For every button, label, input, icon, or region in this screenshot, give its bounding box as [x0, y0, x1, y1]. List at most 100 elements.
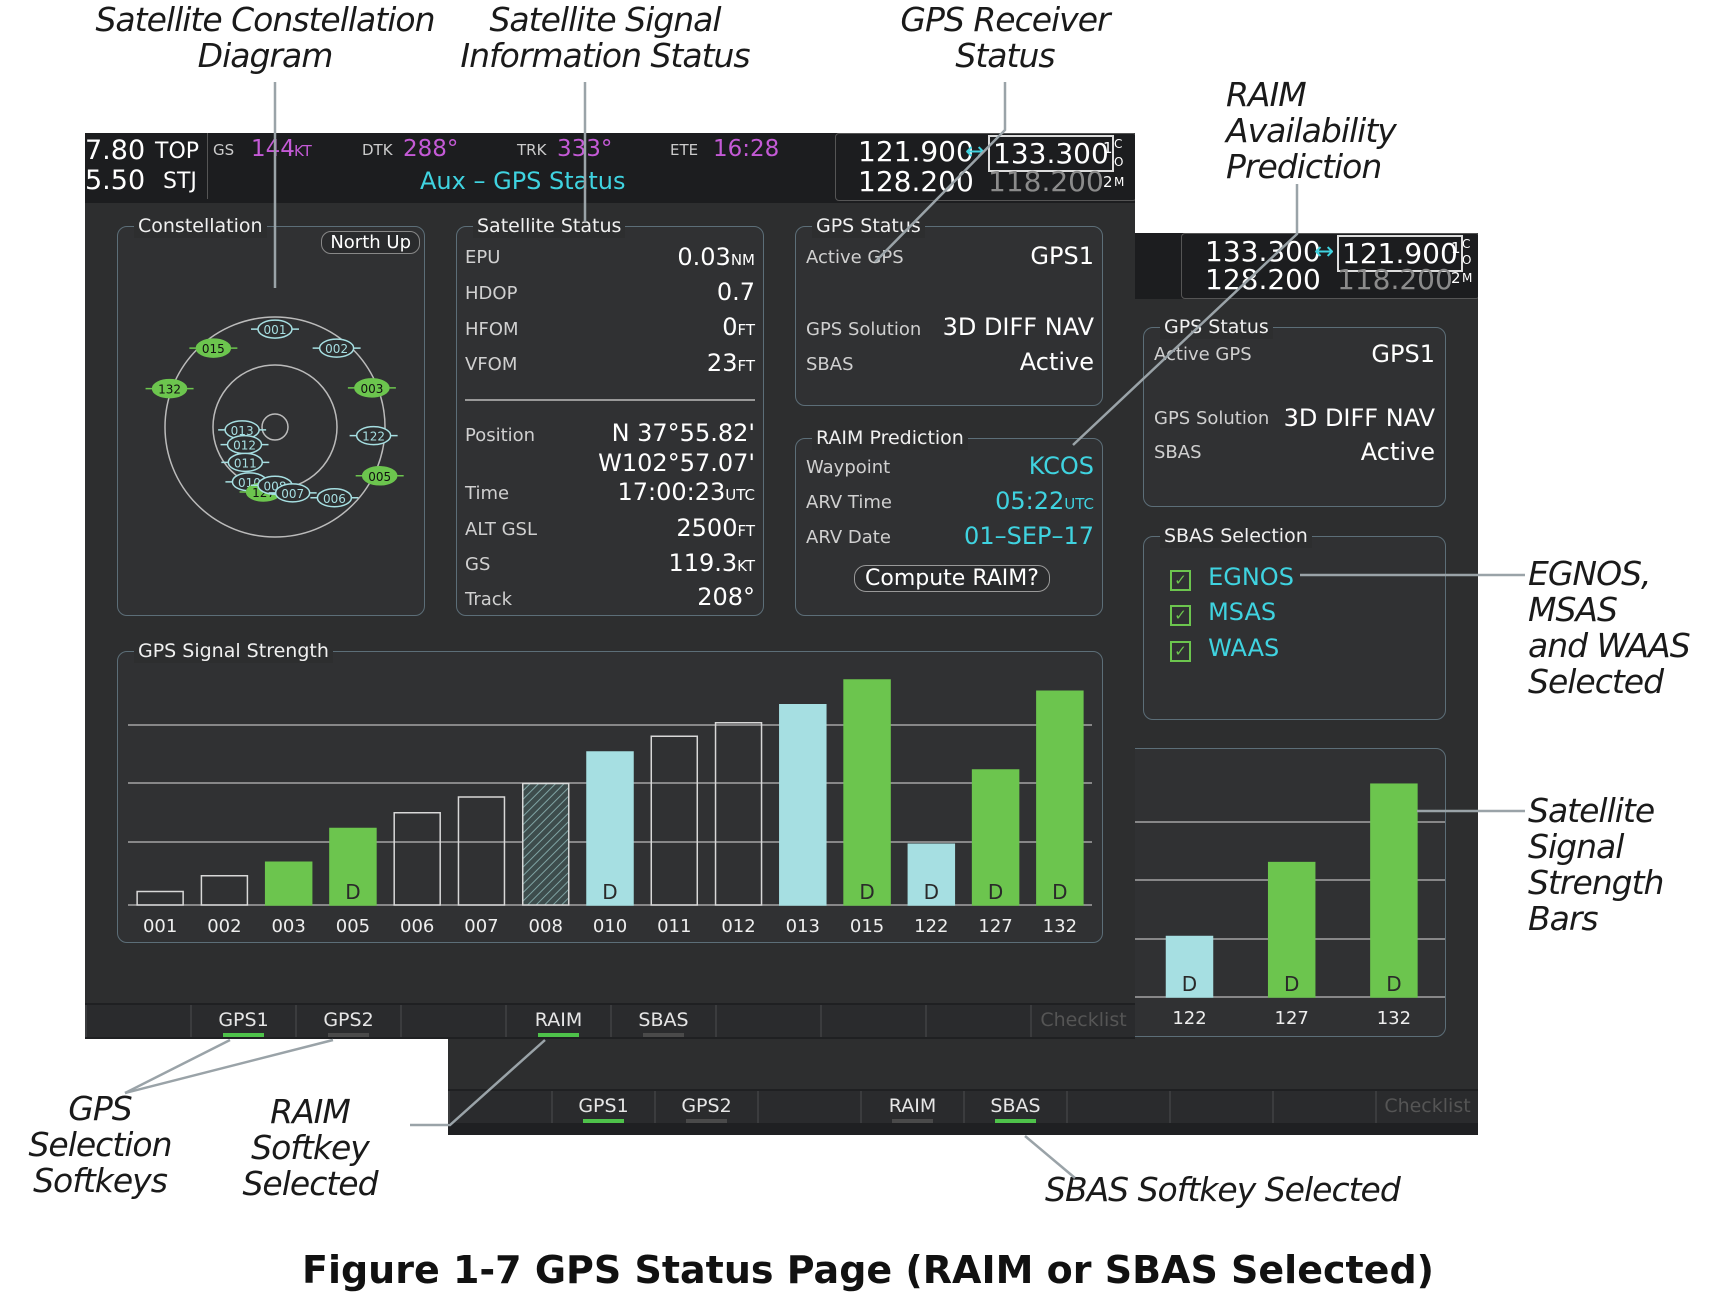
satellite-132: 132 — [145, 378, 194, 399]
gs-unit: KT — [294, 142, 312, 160]
arv-time-value[interactable]: 05:22UTC — [995, 487, 1094, 515]
callout-line: Prediction — [1226, 147, 1382, 186]
callout-signal-info: Satellite Signal Information Status — [450, 2, 760, 74]
softkey-indicator — [583, 1119, 624, 1123]
egnos-checkbox[interactable]: ✓ — [1170, 570, 1191, 591]
softkey-label: SBAS — [638, 1009, 689, 1031]
back-softkey-sbas[interactable]: SBAS — [963, 1091, 1066, 1123]
front-softkey-blank-7[interactable] — [820, 1005, 925, 1037]
arv-time-label: ARV Time — [806, 492, 892, 513]
callout-line: Selected — [242, 1164, 378, 1203]
egnos-label: EGNOS — [1208, 563, 1294, 591]
back-softkey-gps1[interactable]: GPS1 — [551, 1091, 654, 1123]
back-softkey-blank-3[interactable] — [757, 1091, 860, 1123]
differential-label: D — [1386, 972, 1401, 996]
satellite-label-122: 122 — [914, 916, 948, 937]
softkey-indicator — [642, 1033, 685, 1037]
back-softkey-checklist[interactable]: Checklist — [1375, 1091, 1478, 1123]
callout-constellation-diagram: Satellite Constellation Diagram — [95, 2, 435, 74]
satellite-label-132: 132 — [1043, 916, 1077, 937]
satellite-label-012: 012 — [721, 916, 755, 937]
front-softkey-blank-8[interactable] — [925, 1005, 1030, 1037]
softkey-indicator — [327, 1033, 370, 1037]
front-softkey-gps2[interactable]: GPS2 — [295, 1005, 400, 1037]
position-lat: N 37°55.82' — [611, 419, 755, 447]
back-softkey-blank-7[interactable] — [1169, 1091, 1272, 1123]
waypoint-value[interactable]: KCOS — [1029, 452, 1094, 480]
front-display: 7.80 TOP 5.50 STJ GS 144 KT DTK 288° TRK… — [85, 133, 1135, 1039]
satellite-label-013: 013 — [786, 916, 820, 937]
satellite-label-008: 008 — [529, 916, 563, 937]
com-tag-m: M — [1114, 175, 1125, 189]
softkey-label: SBAS — [990, 1095, 1041, 1117]
arv-date-value[interactable]: 01–SEP–17 — [964, 522, 1094, 550]
time-label: Time — [465, 483, 510, 504]
front-softkey-gps1[interactable]: GPS1 — [190, 1005, 295, 1037]
com-swap-arrow[interactable]: ↔ — [965, 137, 985, 165]
back-com-tag-2: 2 — [1451, 269, 1461, 287]
satellite-id: 002 — [325, 342, 348, 356]
active-gps-value: GPS1 — [1030, 242, 1094, 270]
raim-prediction-panel: RAIM Prediction Waypoint KCOS ARV Time 0… — [795, 426, 1103, 616]
com-tag-o: O — [1114, 155, 1124, 169]
satellite-015: 015 — [189, 338, 238, 358]
back-swap-arrow[interactable]: ↔ — [1314, 237, 1334, 265]
satellite-label-010: 010 — [593, 916, 627, 937]
sbas-option-msas[interactable]: ✓ MSAS — [1170, 598, 1276, 626]
front-softkey-raim[interactable]: RAIM — [505, 1005, 610, 1037]
gps-solution-label: GPS Solution — [806, 319, 922, 340]
differential-label: D — [345, 880, 360, 904]
signal-bar-015 — [843, 679, 891, 906]
callout-receiver-status: GPS Receiver Status — [895, 2, 1115, 74]
callout-line: Satellite Signal — [489, 0, 721, 39]
constellation-panel: Constellation North Up 001 015 002 132 003 12… — [117, 214, 425, 616]
top-divider-left — [207, 133, 208, 199]
sbas-label: SBAS — [806, 354, 854, 375]
callout-line: Satellite Signal — [1528, 791, 1655, 866]
sbas-option-waas[interactable]: ✓ WAAS — [1170, 634, 1279, 662]
back-gps-solution-value: 3D DIFF NAV — [1283, 404, 1435, 432]
position-label: Position — [465, 425, 536, 446]
front-softkey-blank-0[interactable] — [85, 1005, 190, 1037]
satellite-003: 003 — [347, 378, 396, 398]
callout-line: Selected — [1528, 662, 1664, 701]
front-softkey-sbas[interactable]: SBAS — [610, 1005, 715, 1037]
back-softkey-blank-0[interactable] — [448, 1091, 551, 1123]
satellite-label-006: 006 — [400, 916, 434, 937]
arv-date-label: ARV Date — [806, 527, 891, 548]
sbas-option-egnos[interactable]: ✓ EGNOS — [1170, 563, 1294, 591]
satellite-label-132: 132 — [1377, 1008, 1411, 1029]
compute-raim-button[interactable]: Compute RAIM? — [854, 565, 1050, 592]
back-softkey-blank-6[interactable] — [1066, 1091, 1169, 1123]
satellite-id: 005 — [368, 470, 391, 484]
gs-status-label: GS — [465, 554, 491, 575]
satellite-006: 006 — [310, 488, 359, 508]
front-softkey-blank-6[interactable] — [715, 1005, 820, 1037]
callout-sbas-softkey: SBAS Softkey Selected — [1045, 1170, 1401, 1209]
page-title: Aux – GPS Status — [420, 167, 626, 195]
msas-checkbox[interactable]: ✓ — [1170, 605, 1191, 626]
callout-line: GPS Selection — [28, 1089, 172, 1164]
leader-gps1 — [124, 1038, 231, 1095]
back-softkey-raim[interactable]: RAIM — [860, 1091, 963, 1123]
com2-standby: 118.200 — [988, 165, 1104, 198]
back-sbas-label: SBAS — [1154, 442, 1202, 463]
waas-checkbox[interactable]: ✓ — [1170, 641, 1191, 662]
back-softkey-bar: GPS1 GPS2 RAIM SBAS Checklist — [448, 1089, 1478, 1135]
front-softkey-bar: GPS1 GPS2 RAIM SBAS Checklist — [85, 1003, 1135, 1039]
back-softkey-blank-8[interactable] — [1272, 1091, 1375, 1123]
satellite-012: 012 — [220, 434, 269, 455]
callout-line: Satellite Constellation — [95, 0, 435, 39]
ete-label: ETE — [670, 141, 699, 159]
vfom-value: 23FT — [706, 349, 755, 377]
position-lon: W102°57.07' — [598, 449, 755, 477]
back-softkey-gps2[interactable]: GPS2 — [654, 1091, 757, 1123]
front-softkey-checklist[interactable]: Checklist — [1030, 1005, 1135, 1037]
track-label: Track — [465, 589, 513, 610]
softkey-indicator — [537, 1033, 580, 1037]
front-softkey-blank-3[interactable] — [400, 1005, 505, 1037]
back-com-tag-c: C — [1462, 237, 1471, 251]
back-com-tag-o: O — [1462, 253, 1472, 267]
signal-bar-001 — [136, 890, 184, 906]
signal-bar-132 — [1036, 690, 1084, 906]
